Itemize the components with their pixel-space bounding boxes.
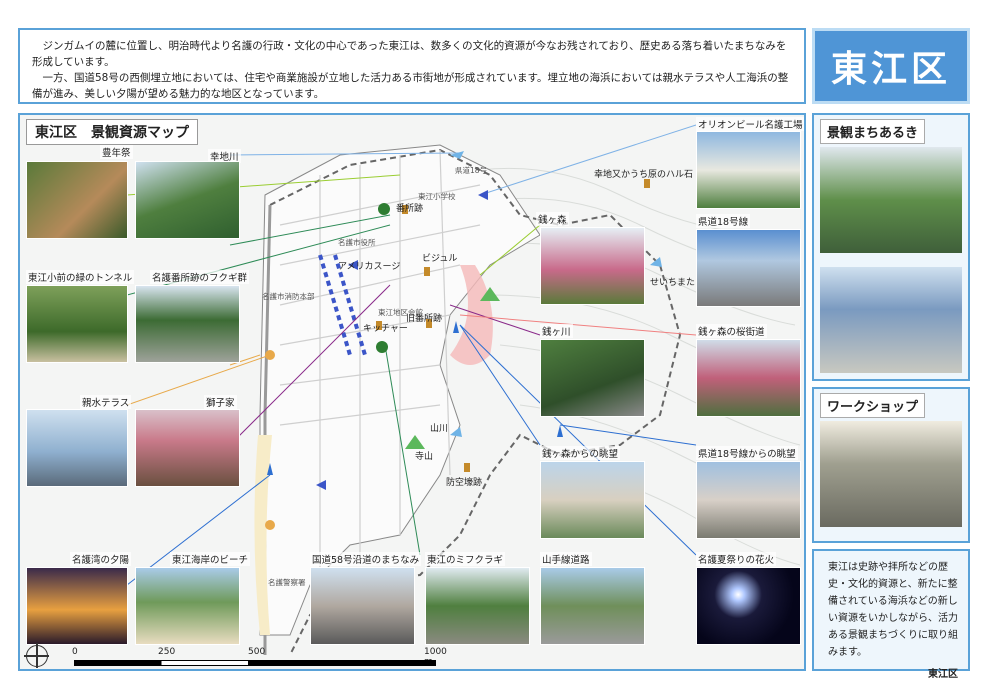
district-title: 東江区 (830, 49, 951, 90)
label-zenimori-view: 銭ヶ森からの眺望 (540, 446, 621, 460)
label-kodo18: 県道18号線 (696, 214, 751, 228)
label-yamate: 山手線道路 (540, 552, 592, 566)
summary-sign: 東江区 (928, 669, 958, 680)
label-beach: 東江海岸のビーチ (170, 552, 251, 566)
intro-paragraph-1: ジンガムイの麓に位置し、明治時代より名護の行政・文化の中心であった東江は、数多く… (32, 40, 787, 68)
label-hounensai: 豊年祭 (100, 145, 133, 159)
place-kyucha[interactable]: キッチャー (363, 321, 408, 334)
photo-workshop[interactable] (820, 421, 962, 527)
photo-mifukuragi[interactable] (425, 567, 530, 645)
place-seichimata[interactable]: せいちまた (650, 275, 695, 288)
photo-shinsui[interactable] (26, 409, 128, 487)
label-shinsui: 親水テラス (80, 395, 132, 409)
photo-yamate[interactable] (540, 567, 645, 645)
map-title: 東江区 景観資源マップ (26, 119, 198, 145)
label-mifukuragi: 東江のミフクラギ (425, 552, 506, 566)
place-bokugo[interactable]: 防空壕跡 (446, 475, 482, 488)
photo-sakura[interactable] (696, 339, 801, 417)
photo-tunnel[interactable] (26, 285, 128, 363)
photo-hounensai[interactable] (26, 161, 128, 239)
place-nago-police: 名護警察署 (268, 578, 306, 587)
label-tunnel: 東江小前の緑のトンネル (26, 270, 135, 284)
workshop-panel: ワークショップ (812, 387, 970, 543)
place-bijuru[interactable]: ビジュル (422, 251, 457, 264)
place-american[interactable]: アメリカスージ (338, 259, 400, 272)
photo-yuhi[interactable] (26, 567, 128, 645)
label-shishiya: 獅子家 (204, 395, 237, 409)
summary-text: 東江は史跡や拝所などの歴史・文化的資源と、新たに整備されている海浜などの新しい資… (828, 562, 958, 658)
place-nago-central: 名護市消防本部 (262, 292, 315, 301)
machi-aruki-title: 景観まちあるき (820, 119, 926, 144)
photo-machi-2[interactable] (820, 267, 962, 373)
photo-kodo18[interactable] (696, 229, 801, 307)
place-kodo18-small: 県道18号 (455, 166, 488, 175)
landscape-map[interactable]: 東江区 景観資源マップ 豊年祭 幸地川 東江小前の緑のトンネル 名護番所跡のフク… (18, 113, 806, 671)
place-nago-yakuba: 名護市役所 (338, 238, 376, 247)
north-arrow-icon (24, 643, 49, 668)
photo-sachijigawa[interactable] (135, 161, 240, 239)
machi-aruki-panel: 景観まちあるき (812, 113, 970, 381)
district-title-box: 東江区 (812, 28, 970, 104)
photo-beach[interactable] (135, 567, 240, 645)
label-orion: オリオンビール名護工場 (696, 117, 804, 131)
photo-route58[interactable] (310, 567, 415, 645)
label-yuhi: 名護湾の夕陽 (70, 552, 132, 566)
place-haruishi[interactable]: 幸地又かうち原のハル石 (594, 167, 693, 180)
photo-zenimori-view[interactable] (540, 461, 645, 539)
photo-hanabi[interactable] (696, 567, 801, 645)
place-community: 東江地区会館 (378, 308, 423, 317)
intro-panel: ジンガムイの麓に位置し、明治時代より名護の行政・文化の中心であった東江は、数多く… (18, 28, 806, 104)
label-sakura: 銭ヶ森の桜街道 (696, 324, 767, 338)
photo-fukugi[interactable] (135, 285, 240, 363)
scale-250: 250 (158, 647, 176, 657)
scale-0: 0 (72, 647, 78, 657)
photo-zenimori[interactable] (540, 227, 645, 305)
photo-shishiya[interactable] (135, 409, 240, 487)
photo-orion[interactable] (696, 131, 801, 209)
place-yamagawa[interactable]: 山川 (430, 421, 448, 434)
scale-bar: 0 250 500 1000 m (72, 647, 452, 669)
place-terayama[interactable]: 寺山 (415, 449, 433, 462)
label-zenigawa: 銭ヶ川 (540, 324, 573, 338)
workshop-title: ワークショップ (820, 393, 926, 418)
place-elementary: 東江小学校 (418, 192, 456, 201)
photo-kodo18-view[interactable] (696, 461, 801, 539)
scale-500: 500 (248, 647, 266, 657)
label-hanabi: 名護夏祭りの花火 (696, 552, 777, 566)
intro-paragraph-2: 一方、国道58号の西側埋立地においては、住宅や商業施設が立地した活力ある市街地が… (32, 72, 789, 100)
summary-panel: 東江は史跡や拝所などの歴史・文化的資源と、新たに整備されている海浜などの新しい資… (812, 549, 970, 680)
photo-machi-1[interactable] (820, 147, 962, 253)
photo-zenigawa[interactable] (540, 339, 645, 417)
label-fukugi: 名護番所跡のフクギ群 (150, 270, 250, 284)
label-route58: 国道58号沿道のまちなみ (310, 552, 422, 566)
label-kodo18-view: 県道18号線からの眺望 (696, 446, 798, 460)
label-zenimori: 銭ヶ森 (536, 212, 569, 226)
place-bansho[interactable]: 番所跡 (396, 201, 423, 214)
